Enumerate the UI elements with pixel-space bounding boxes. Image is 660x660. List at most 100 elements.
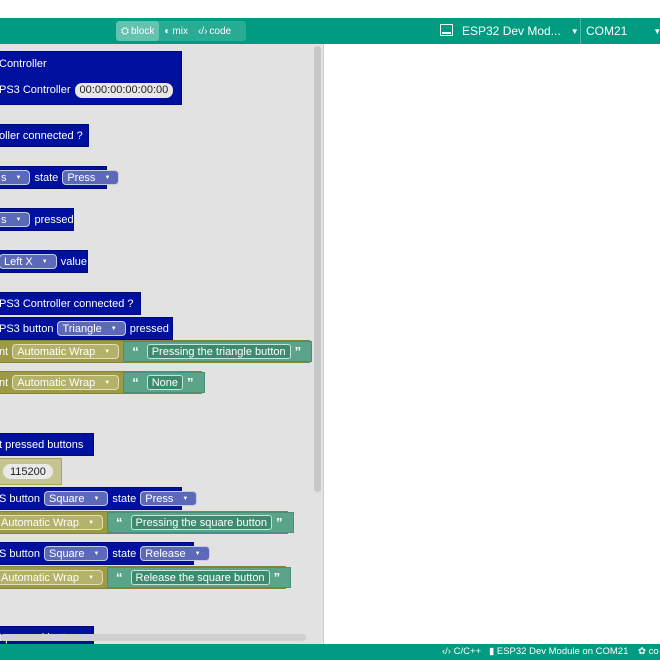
print-label: nt (0, 345, 9, 358)
puzzle-icon: ⛭ (121, 25, 129, 37)
block-mode-button[interactable]: ⛭ block (116, 21, 160, 41)
square-dropdown[interactable]: Square ▼ (43, 546, 109, 561)
baud-row: 115200 (3, 460, 63, 483)
controller-connected-block[interactable]: oller connected ? (0, 124, 89, 147)
square-button-label: S button (0, 492, 40, 505)
mix-mode-label: mix (172, 25, 188, 37)
if-triangle-pressed-block[interactable]: PS3 button Triangle ▼ pressed (0, 317, 173, 340)
status-bar: ‹/› C/C++ ▮ ESP32 Dev Module on COM21 ✿ … (0, 644, 660, 660)
board-port-indicator[interactable]: ▮ ESP32 Dev Module on COM21 (489, 646, 628, 657)
button-pressed-block[interactable]: s ▼ pressed (0, 208, 74, 231)
pressed-label: pressed (34, 213, 74, 226)
print-square-release-block[interactable]: Automatic Wrap ▼ “ Release the square bu… (0, 566, 292, 589)
init-block-title: Controller (0, 58, 47, 71)
analog-value-block[interactable]: Left X ▼ value (0, 250, 88, 273)
print-triangle-block[interactable]: nt Automatic Wrap ▼ “ Pressing the trian… (0, 340, 313, 363)
string-none-block[interactable]: “ None ” (123, 372, 205, 393)
chevron-down-icon: ▼ (110, 325, 117, 332)
gear-icon: ✿ (638, 646, 646, 657)
ps3-init-block[interactable]: Controller PS3 Controller 00:00:00:00:00… (0, 51, 182, 105)
code-mode-label: code (209, 25, 232, 37)
analog-dropdown[interactable]: Left X ▼ (0, 254, 57, 269)
settings-indicator[interactable]: ✿ co (638, 646, 659, 657)
close-quote-icon: ” (276, 515, 283, 530)
wrap-dropdown[interactable]: Automatic Wrap ▼ (0, 570, 104, 585)
close-quote-icon: ” (187, 375, 194, 390)
button-dropdown[interactable]: s ▼ (0, 212, 31, 227)
string-field[interactable]: Pressing the square button (130, 515, 272, 530)
port-select-value: COM21 (586, 24, 628, 38)
block-mode-label: block (131, 25, 155, 37)
chip-icon: ▮ (489, 646, 495, 657)
chevron-down-icon: ▼ (15, 174, 22, 181)
mix-mode-button[interactable]: ◐ mix (159, 21, 193, 41)
print-square-press-block[interactable]: Automatic Wrap ▼ “ Pressing the square b… (0, 511, 294, 534)
code-icon: ‹/› (197, 25, 208, 37)
mix-icon: ◐ (164, 25, 171, 37)
state-label: state (34, 171, 59, 184)
triangle-dropdown[interactable]: Triangle ▼ (57, 321, 126, 336)
wrap-dropdown[interactable]: Automatic Wrap ▼ (12, 344, 120, 359)
button-dropdown[interactable]: s ▼ (0, 170, 31, 185)
print-none-block[interactable]: nt Automatic Wrap ▼ “ None ” (0, 371, 205, 394)
state-label: state (112, 547, 137, 560)
open-quote-icon: “ (116, 570, 123, 585)
open-quote-icon: “ (116, 515, 123, 530)
state-dropdown-value: Release (145, 547, 186, 560)
board-select[interactable]: ESP32 Dev Mod... ▼ (462, 18, 579, 44)
print-pressed-label: t pressed buttons (0, 438, 84, 451)
value-label: value (60, 255, 87, 268)
serial-monitor-icon[interactable] (440, 24, 453, 36)
wrap-dropdown[interactable]: Automatic Wrap ▼ (12, 375, 120, 390)
state-label: state (112, 492, 137, 505)
chevron-down-icon: ▼ (194, 550, 201, 557)
init-block-row: PS3 Controller 00:00:00:00:00:00 (0, 82, 177, 98)
open-quote-icon: “ (132, 344, 139, 359)
chevron-down-icon: ▼ (93, 550, 100, 557)
init-block-label: PS3 Controller (0, 84, 71, 97)
chevron-down-icon: ▼ (15, 216, 22, 223)
print-label: nt (0, 376, 9, 389)
code-mode-button[interactable]: ‹/› code (193, 21, 236, 41)
string-field[interactable]: Release the square button (130, 570, 270, 585)
connected-label: oller connected ? (0, 129, 83, 142)
block-workspace[interactable]: Controller PS3 Controller 00:00:00:00:00… (0, 44, 324, 644)
square-button-label: S button (0, 547, 40, 560)
if-connected-block[interactable]: PS3 Controller connected ? (0, 292, 141, 315)
print-pressed-buttons-block[interactable]: t pressed buttons (0, 433, 94, 456)
analog-dropdown-value: Left X (4, 255, 33, 268)
chevron-down-icon: ▼ (104, 348, 111, 355)
port-select[interactable]: COM21 ▼ (580, 18, 660, 44)
mac-address-field[interactable]: 00:00:00:00:00:00 (74, 82, 174, 98)
chevron-down-icon: ▼ (88, 519, 95, 526)
chevron-down-icon: ▼ (104, 174, 111, 181)
if-square-release-block[interactable]: S button Square ▼ state Release ▼ (0, 542, 210, 565)
language-indicator[interactable]: ‹/› C/C++ (442, 646, 481, 657)
state-dropdown[interactable]: Press ▼ (140, 491, 198, 506)
string-triangle-block[interactable]: “ Pressing the triangle button ” (123, 341, 313, 362)
chevron-down-icon: ▼ (104, 379, 111, 386)
top-toolbar: ⛭ block ◐ mix ‹/› code ESP32 Dev Mod... … (0, 18, 660, 44)
state-dropdown[interactable]: Release ▼ (140, 546, 210, 561)
button-dropdown-value: s (1, 171, 7, 184)
square-dropdown[interactable]: Square ▼ (43, 491, 109, 506)
workspace-vertical-scrollbar[interactable] (314, 46, 321, 492)
baud-field[interactable]: 115200 (3, 464, 53, 479)
string-field[interactable]: Pressing the triangle button (146, 344, 291, 359)
string-square-press-block[interactable]: “ Pressing the square button ” (107, 512, 294, 533)
if-square-press-block[interactable]: S button Square ▼ state Press ▼ (0, 487, 198, 510)
state-dropdown[interactable]: Press ▼ (62, 170, 120, 185)
open-quote-icon: “ (132, 375, 139, 390)
code-preview-pane[interactable] (325, 44, 660, 644)
state-dropdown-value: Press (67, 171, 96, 184)
button-state-block[interactable]: s ▼ state Press ▼ (0, 166, 120, 189)
workspace-horizontal-scrollbar[interactable] (0, 634, 306, 641)
string-square-release-block[interactable]: “ Release the square button ” (107, 567, 292, 588)
board-select-value: ESP32 Dev Mod... (462, 24, 561, 38)
state-dropdown-value: Press (145, 492, 174, 505)
string-field[interactable]: None (146, 375, 183, 390)
wrap-dropdown-value: Automatic Wrap (1, 571, 80, 584)
close-quote-icon: ” (273, 570, 281, 585)
wrap-dropdown[interactable]: Automatic Wrap ▼ (0, 515, 104, 530)
square-dropdown-value: Square (48, 547, 85, 560)
